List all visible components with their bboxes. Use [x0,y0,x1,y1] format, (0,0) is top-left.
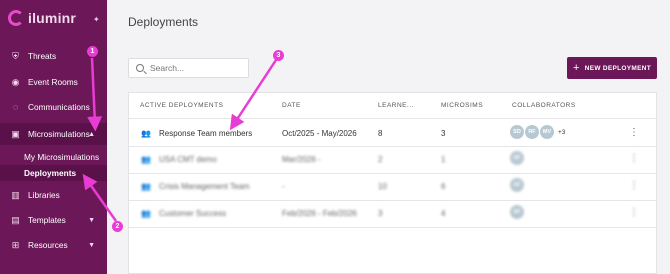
divider [129,227,656,228]
column-header-learners[interactable]: LEARNE... [378,102,414,109]
book-icon: ▥ [11,189,20,200]
annotation-badge-2: 2 [112,221,123,232]
sidebar-subitem-my-microsimulations[interactable]: My Microsimulations [0,149,107,165]
sidebar-item-communications[interactable]: ◌ Communications [0,96,107,118]
microsims-count: 6 [441,182,446,191]
microsims-count: 4 [441,209,446,218]
sidebar-item-label: Templates [28,215,66,225]
column-header-collaborators[interactable]: COLLABORATORS [512,102,576,109]
avatar: MV [540,125,554,139]
team-icon: 👥 [141,182,151,191]
sidebar-item-label: Libraries [28,190,60,200]
sidebar-subitem-label: Deployments [24,168,77,178]
chevron-up-icon: ▲ [88,130,95,138]
logo-text: iluminr [28,10,77,26]
sidebar-item-microsimulations[interactable]: ▣ Microsimulations ▲ [0,123,107,145]
sidebar-item-label: Threats [28,51,57,61]
grid-icon: ⊞ [11,239,20,250]
deployment-name[interactable]: USA CMT demo [159,155,217,164]
column-header-date[interactable]: DATE [282,102,301,109]
row-menu-icon[interactable]: ⋮ [629,154,639,164]
chevron-down-icon: ▼ [88,216,95,224]
divider [129,118,656,119]
event-room-icon: ◉ [11,76,20,87]
collaborators: AF [510,205,524,219]
team-icon: 👥 [141,129,151,138]
search-input[interactable] [150,63,240,73]
sidebar-item-label: Microsimulations [28,129,90,139]
deployment-name[interactable]: Crisis Management Team [159,182,250,191]
search-icon [136,64,144,72]
avatar: AF [510,178,524,192]
page-title: Deployments [128,15,199,29]
sidebar-item-label: Event Rooms [28,77,78,87]
chat-icon: ◌ [12,102,19,112]
microsims-count: 3 [441,129,446,138]
template-icon: ▤ [11,214,20,225]
collaborators: AF [510,178,524,192]
learners-count: 10 [378,182,387,191]
learners-count: 2 [378,155,383,164]
sidebar: iluminr ✦ ⛨ Threats ◉ Event Rooms ◌ Comm… [0,0,107,274]
team-icon: 👥 [141,209,151,218]
avatar: AF [510,205,524,219]
sidebar-item-templates[interactable]: ▤ Templates ▼ [0,209,107,231]
divider [129,146,656,147]
deployment-name[interactable]: Response Team members [159,129,252,138]
annotation-badge-1: 1 [87,46,98,57]
deployments-table: ACTIVE DEPLOYMENTS DATE LEARNE... MICROS… [128,92,657,274]
column-header-active-deployments[interactable]: ACTIVE DEPLOYMENTS [140,102,223,109]
avatar: AF [510,151,524,165]
deployment-date: Mar/2026 - [282,155,321,164]
sidebar-subitem-deployments[interactable]: Deployments [0,165,107,181]
team-icon: 👥 [141,155,151,164]
deployment-date: Feb/2026 - Feb/2026 [282,209,357,218]
row-menu-icon[interactable]: ⋮ [629,208,639,218]
logo[interactable]: iluminr [8,10,76,26]
avatar: RF [525,125,539,139]
logo-icon [8,10,24,26]
search-box[interactable] [128,58,249,78]
deployment-date: - [282,182,285,191]
row-menu-icon[interactable]: ⋮ [629,181,639,191]
new-deployment-button[interactable]: + NEW DEPLOYMENT [567,57,657,79]
learners-count: 8 [378,129,383,138]
sidebar-item-label: Communications [28,102,90,112]
annotation-badge-3: 3 [273,50,284,61]
column-header-microsims[interactable]: MICROSIMS [441,102,483,109]
sidebar-item-event-rooms[interactable]: ◉ Event Rooms [0,71,107,93]
deployment-name[interactable]: Customer Success [159,209,226,218]
collaborators: AF [510,151,524,165]
learners-count: 3 [378,209,383,218]
sidebar-item-label: Resources [28,240,68,250]
divider [129,200,656,201]
avatar: SD [510,125,524,139]
sidebar-subitem-label: My Microsimulations [24,152,100,162]
briefcase-icon: ▣ [11,128,20,139]
shield-icon: ⛨ [12,50,19,61]
chevron-down-icon: ▼ [88,241,95,249]
deployment-date: Oct/2025 - May/2026 [282,129,357,138]
more-collaborators-count: +3 [558,128,566,136]
row-menu-icon[interactable]: ⋮ [629,128,639,138]
divider [129,173,656,174]
sidebar-item-libraries[interactable]: ▥ Libraries [0,184,107,206]
new-deployment-label: NEW DEPLOYMENT [584,64,652,72]
sidebar-item-resources[interactable]: ⊞ Resources ▼ [0,234,107,256]
plus-icon: + [572,62,580,74]
collaborators: SD RF MV +3 [510,125,565,139]
pin-icon[interactable]: ✦ [93,15,100,24]
microsims-count: 1 [441,155,446,164]
